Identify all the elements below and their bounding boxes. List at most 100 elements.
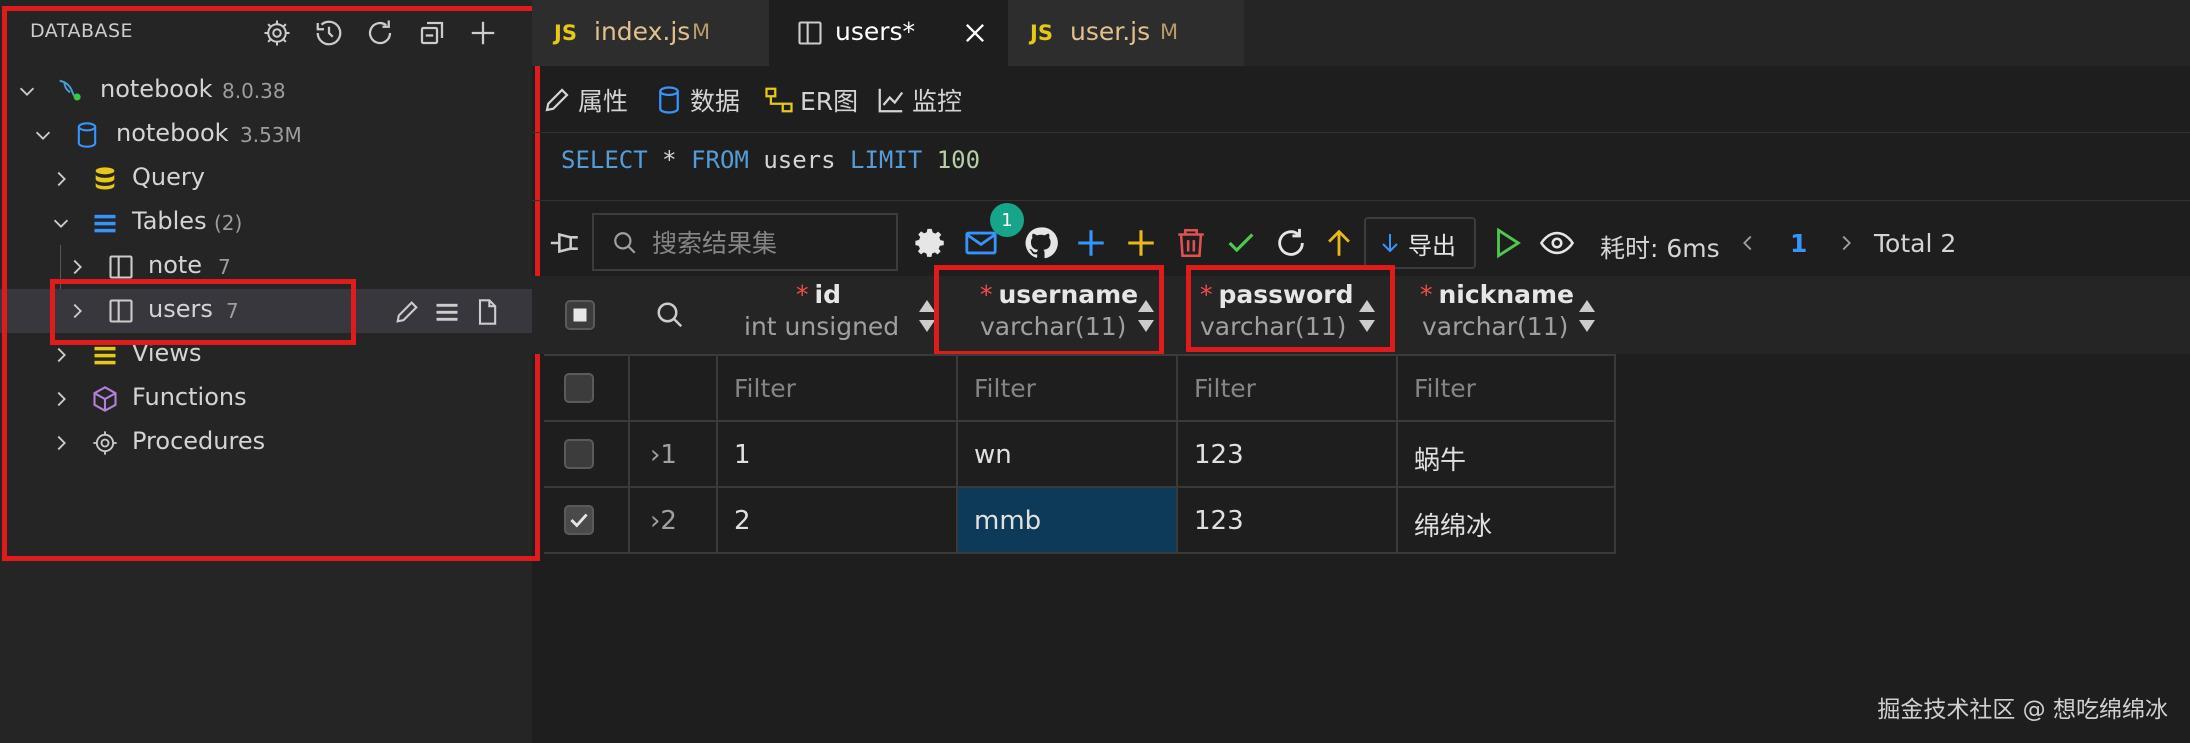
sidebar-item-label: Tables bbox=[132, 207, 207, 235]
sidebar-item-label: users bbox=[148, 295, 213, 323]
js-file-icon: JS bbox=[554, 21, 577, 45]
new-file-icon[interactable] bbox=[472, 297, 502, 327]
filter-row-checkbox[interactable] bbox=[564, 373, 594, 403]
notification-badge: 1 bbox=[990, 203, 1024, 237]
refresh-icon[interactable] bbox=[1272, 224, 1310, 262]
add-row-plus-icon[interactable] bbox=[1072, 224, 1110, 262]
edit-pencil-icon[interactable] bbox=[392, 297, 422, 327]
export-button[interactable]: 导出 bbox=[1364, 217, 1476, 269]
connection-row[interactable]: notebook 8.0.38 bbox=[0, 69, 532, 113]
arrow-up-icon[interactable] bbox=[1320, 224, 1358, 262]
row-index[interactable]: ›2 bbox=[650, 506, 677, 536]
chevron-right-icon[interactable] bbox=[50, 344, 72, 366]
cell-password[interactable]: 123 bbox=[1194, 506, 1244, 536]
cell-username[interactable]: wn bbox=[974, 440, 1012, 470]
pin-icon[interactable] bbox=[546, 224, 584, 262]
sidebar-item-note[interactable]: note 7 bbox=[0, 245, 532, 289]
database-name: notebook bbox=[116, 119, 229, 147]
refresh-icon[interactable] bbox=[363, 16, 397, 50]
history-icon[interactable] bbox=[312, 16, 346, 50]
sort-icon[interactable] bbox=[1135, 296, 1157, 336]
chevron-down-icon[interactable] bbox=[16, 80, 38, 102]
sidebar-item-users[interactable]: users 7 bbox=[0, 289, 532, 333]
chevron-right-icon[interactable] bbox=[50, 432, 72, 454]
sidebar-item-query[interactable]: Query bbox=[0, 157, 532, 201]
subtab-properties[interactable]: 属性 bbox=[542, 82, 628, 118]
database-sidebar: DATABASE notebook 8.0.38 notebook 3.53M … bbox=[0, 0, 532, 743]
procedure-gear-icon bbox=[90, 428, 120, 458]
chevron-left-icon[interactable] bbox=[1736, 224, 1760, 262]
grid-line bbox=[716, 354, 718, 554]
chevron-down-icon[interactable] bbox=[32, 124, 54, 146]
tab-user-js[interactable]: JS user.js M bbox=[1008, 0, 1244, 66]
cell-id[interactable]: 2 bbox=[734, 506, 751, 536]
sort-icon[interactable] bbox=[1576, 296, 1598, 336]
select-all-checkbox[interactable] bbox=[565, 300, 595, 330]
list-menu-icon[interactable] bbox=[432, 297, 462, 327]
chevron-down-icon[interactable] bbox=[50, 212, 72, 234]
settings-gear-icon[interactable] bbox=[912, 224, 950, 262]
edit-pencil-icon bbox=[545, 88, 569, 112]
sql-editor[interactable]: SELECT * FROM users LIMIT 100 bbox=[561, 146, 980, 174]
chevron-right-icon[interactable] bbox=[50, 388, 72, 410]
cell-nickname[interactable]: 蜗牛 bbox=[1414, 440, 1466, 477]
column-header-username[interactable]: * username bbox=[980, 280, 1138, 309]
filter-id[interactable]: Filter bbox=[734, 374, 796, 403]
sidebar-item-tables[interactable]: Tables (2) bbox=[0, 201, 532, 245]
run-play-icon[interactable] bbox=[1488, 224, 1526, 262]
row-checkbox[interactable] bbox=[564, 505, 594, 535]
settings-gear-icon[interactable] bbox=[260, 16, 294, 50]
filter-username[interactable]: Filter bbox=[974, 374, 1036, 403]
arrow-down-icon bbox=[1382, 234, 1398, 253]
subtab-label: 监控 bbox=[912, 87, 963, 116]
chevron-right-icon[interactable] bbox=[66, 256, 88, 278]
commit-check-icon[interactable] bbox=[1222, 224, 1260, 262]
search-icon bbox=[614, 232, 636, 254]
subtab-data[interactable]: 数据 bbox=[654, 82, 740, 118]
sidebar-item-procedures[interactable]: Procedures bbox=[0, 421, 532, 465]
collapse-all-icon[interactable] bbox=[415, 16, 449, 50]
chevron-right-icon[interactable] bbox=[66, 300, 88, 322]
tab-label: index.js bbox=[594, 17, 691, 46]
chevron-right-icon[interactable] bbox=[1834, 224, 1858, 262]
column-type: varchar(11) bbox=[1200, 312, 1347, 341]
search-input[interactable] bbox=[652, 225, 892, 261]
cell-password[interactable]: 123 bbox=[1194, 440, 1244, 470]
eye-icon[interactable] bbox=[1538, 224, 1576, 262]
database-row[interactable]: notebook 3.53M bbox=[0, 113, 532, 157]
close-icon[interactable] bbox=[961, 19, 989, 47]
cell-id[interactable]: 1 bbox=[734, 440, 751, 470]
column-header-password[interactable]: * password bbox=[1200, 280, 1354, 309]
cell-nickname[interactable]: 绵绵冰 bbox=[1414, 506, 1492, 543]
sidebar-item-views[interactable]: Views bbox=[0, 333, 532, 377]
modified-indicator: M bbox=[692, 20, 711, 44]
chevron-right-icon[interactable] bbox=[50, 168, 72, 190]
column-type: varchar(11) bbox=[980, 312, 1127, 341]
github-icon[interactable] bbox=[1022, 224, 1060, 262]
divider bbox=[532, 200, 2190, 201]
sql-keyword: LIMIT bbox=[850, 146, 923, 174]
subtab-monitor[interactable]: 监控 bbox=[876, 82, 962, 118]
sql-table: users bbox=[763, 146, 836, 174]
search-icon[interactable] bbox=[651, 296, 689, 334]
sort-icon[interactable] bbox=[1356, 296, 1378, 336]
sidebar-item-label: note bbox=[148, 251, 203, 279]
sort-icon[interactable] bbox=[916, 296, 938, 336]
add-connection-icon[interactable] bbox=[466, 16, 500, 50]
search-result-box[interactable] bbox=[592, 213, 898, 271]
column-header-id[interactable]: * id bbox=[796, 280, 841, 309]
subtab-er-diagram[interactable]: ER图 bbox=[764, 82, 858, 118]
delete-trash-icon[interactable] bbox=[1172, 224, 1210, 262]
filter-nickname[interactable]: Filter bbox=[1414, 374, 1476, 403]
row-index[interactable]: ›1 bbox=[650, 440, 677, 470]
tab-index-js[interactable]: JS index.js M bbox=[532, 0, 769, 66]
row-checkbox[interactable] bbox=[564, 439, 594, 469]
insert-plus-icon[interactable] bbox=[1122, 224, 1160, 262]
page-number[interactable]: 1 bbox=[1790, 229, 1807, 258]
filter-password[interactable]: Filter bbox=[1194, 374, 1256, 403]
sidebar-title: DATABASE bbox=[30, 20, 134, 42]
cell-username[interactable]: mmb bbox=[974, 506, 1041, 536]
column-header-nickname[interactable]: * nickname bbox=[1420, 280, 1574, 309]
tab-users[interactable]: users* bbox=[769, 0, 1008, 66]
sidebar-item-functions[interactable]: Functions bbox=[0, 377, 532, 421]
